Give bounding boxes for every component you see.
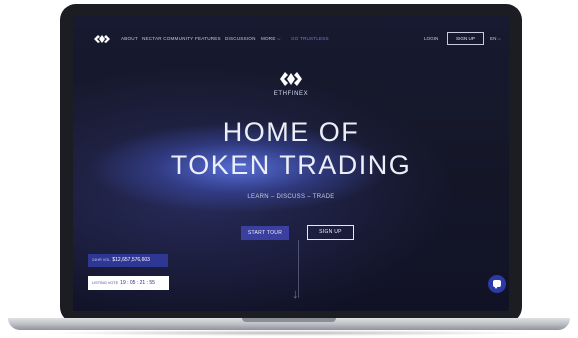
start-tour-button[interactable]: START TOUR — [241, 226, 289, 240]
top-nav: ABOUT NECTAR COMMUNITY FEATURES DISCUSSI… — [73, 16, 509, 62]
arrow-down-icon[interactable]: ↓ — [292, 286, 299, 301]
headline-line-1: HOME OF — [222, 117, 360, 147]
chat-icon-tail — [494, 286, 498, 289]
nav-go-trustless[interactable]: GO TRUSTLESS — [291, 36, 329, 41]
ethfinex-logo-icon[interactable] — [94, 34, 110, 44]
nav-discussion[interactable]: DISCUSSION — [225, 36, 256, 41]
hero-signup-button[interactable]: SIGN UP — [307, 225, 354, 240]
nav-about[interactable]: ABOUT — [121, 36, 138, 41]
nav-features[interactable]: FEATURES — [195, 36, 221, 41]
nav-signup-button[interactable]: SIGN UP — [447, 32, 484, 45]
volume-label: 24HR VOL — [92, 258, 111, 262]
nav-nectar-community[interactable]: NECTAR COMMUNITY — [142, 36, 193, 41]
chat-button[interactable] — [488, 275, 506, 293]
listing-vote-countdown: 19 : 05 : 21 : 55 — [120, 280, 155, 286]
chevron-down-icon: ⌵ — [497, 36, 502, 41]
login-link[interactable]: LOGIN — [424, 36, 438, 41]
ethfinex-logo-icon — [280, 72, 302, 86]
volume-value: $12,657,576,603 — [112, 257, 150, 263]
nav-more-label: MORE — [261, 36, 276, 41]
volume-badge: 24HR VOL $12,657,576,603 — [88, 254, 168, 267]
headline-line-2: TOKEN TRADING — [170, 150, 412, 180]
tagline: LEARN – DISCUSS – TRADE — [247, 194, 335, 200]
laptop-hinge-notch — [242, 318, 336, 322]
language-selector[interactable]: EN ⌵ — [490, 36, 501, 41]
listing-vote-label: LISTING VOTE — [92, 281, 119, 285]
nav-more[interactable]: MORE ⌵ — [261, 36, 281, 41]
laptop-screen: ABOUT NECTAR COMMUNITY FEATURES DISCUSSI… — [73, 16, 509, 311]
brand-name: ETHFINEX — [273, 91, 309, 97]
chevron-down-icon: ⌵ — [277, 36, 281, 41]
laptop-shadow — [40, 330, 538, 336]
language-label: EN — [490, 36, 497, 41]
listing-vote-badge[interactable]: LISTING VOTE 19 : 05 : 21 : 55 — [88, 276, 169, 290]
